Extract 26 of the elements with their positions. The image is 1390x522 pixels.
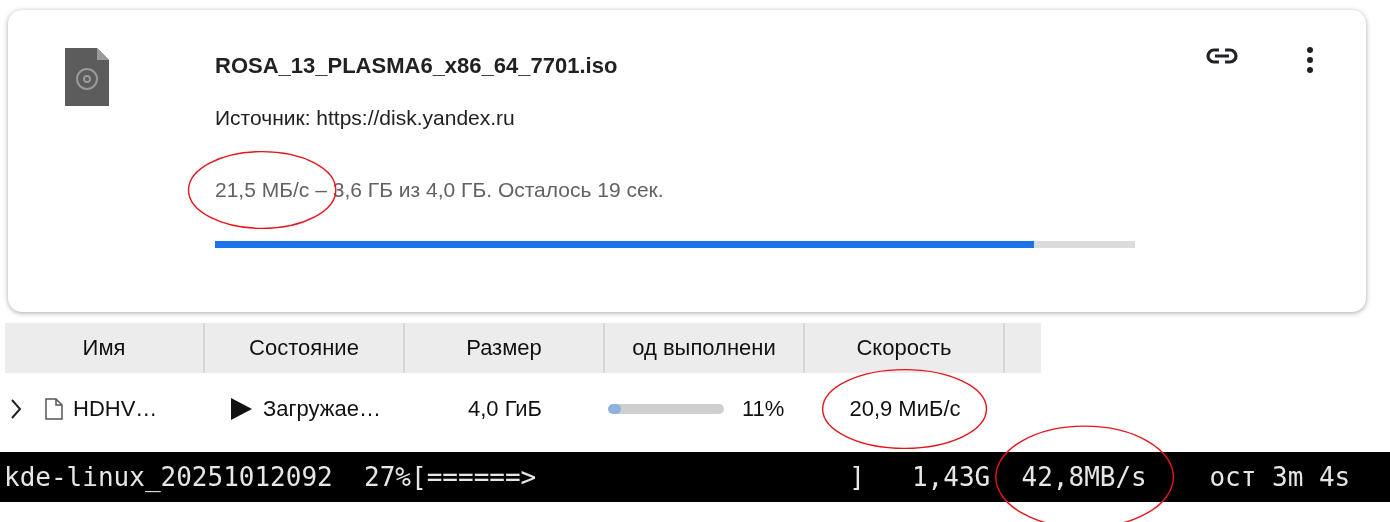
disc-file-icon (65, 48, 109, 106)
column-header[interactable]: Имя (5, 323, 205, 373)
size-text: 4,0 ГиБ (467, 396, 543, 422)
play-icon (229, 397, 253, 421)
file-name: HDHV… (73, 396, 158, 422)
column-header[interactable]: Состояние (205, 323, 405, 373)
more-menu-icon[interactable] (1307, 47, 1313, 73)
percent-text: 27% (364, 462, 411, 492)
status-text: Загружае… (263, 396, 381, 422)
percent-text: 11% (742, 396, 785, 422)
download-speed: 21,5 МБ/с (215, 178, 310, 201)
file-name: kde-linux_20251012092 (4, 462, 333, 492)
speed-text: 20,9 МиБ/с (849, 396, 961, 421)
source-text: Источник: https://disk.yandex.ru (215, 106, 516, 130)
column-header[interactable]: од выполнени (605, 323, 805, 373)
file-name: ROSA_13_PLASMA6_x86_64_7701.iso (215, 52, 619, 80)
column-header (1005, 323, 1041, 373)
progress-indicator-text: [======> ] (411, 462, 865, 492)
link-icon[interactable] (1205, 47, 1239, 65)
file-icon (45, 398, 63, 420)
column-header[interactable]: Скорость (805, 323, 1005, 373)
column-header[interactable]: Размер (405, 323, 605, 373)
chevron-right-icon[interactable] (9, 398, 23, 420)
size-text: 1,43G (911, 462, 991, 492)
eta-text: ост 3m 4s (1209, 462, 1351, 492)
speed-text: 42,8MB/s (1021, 462, 1147, 492)
